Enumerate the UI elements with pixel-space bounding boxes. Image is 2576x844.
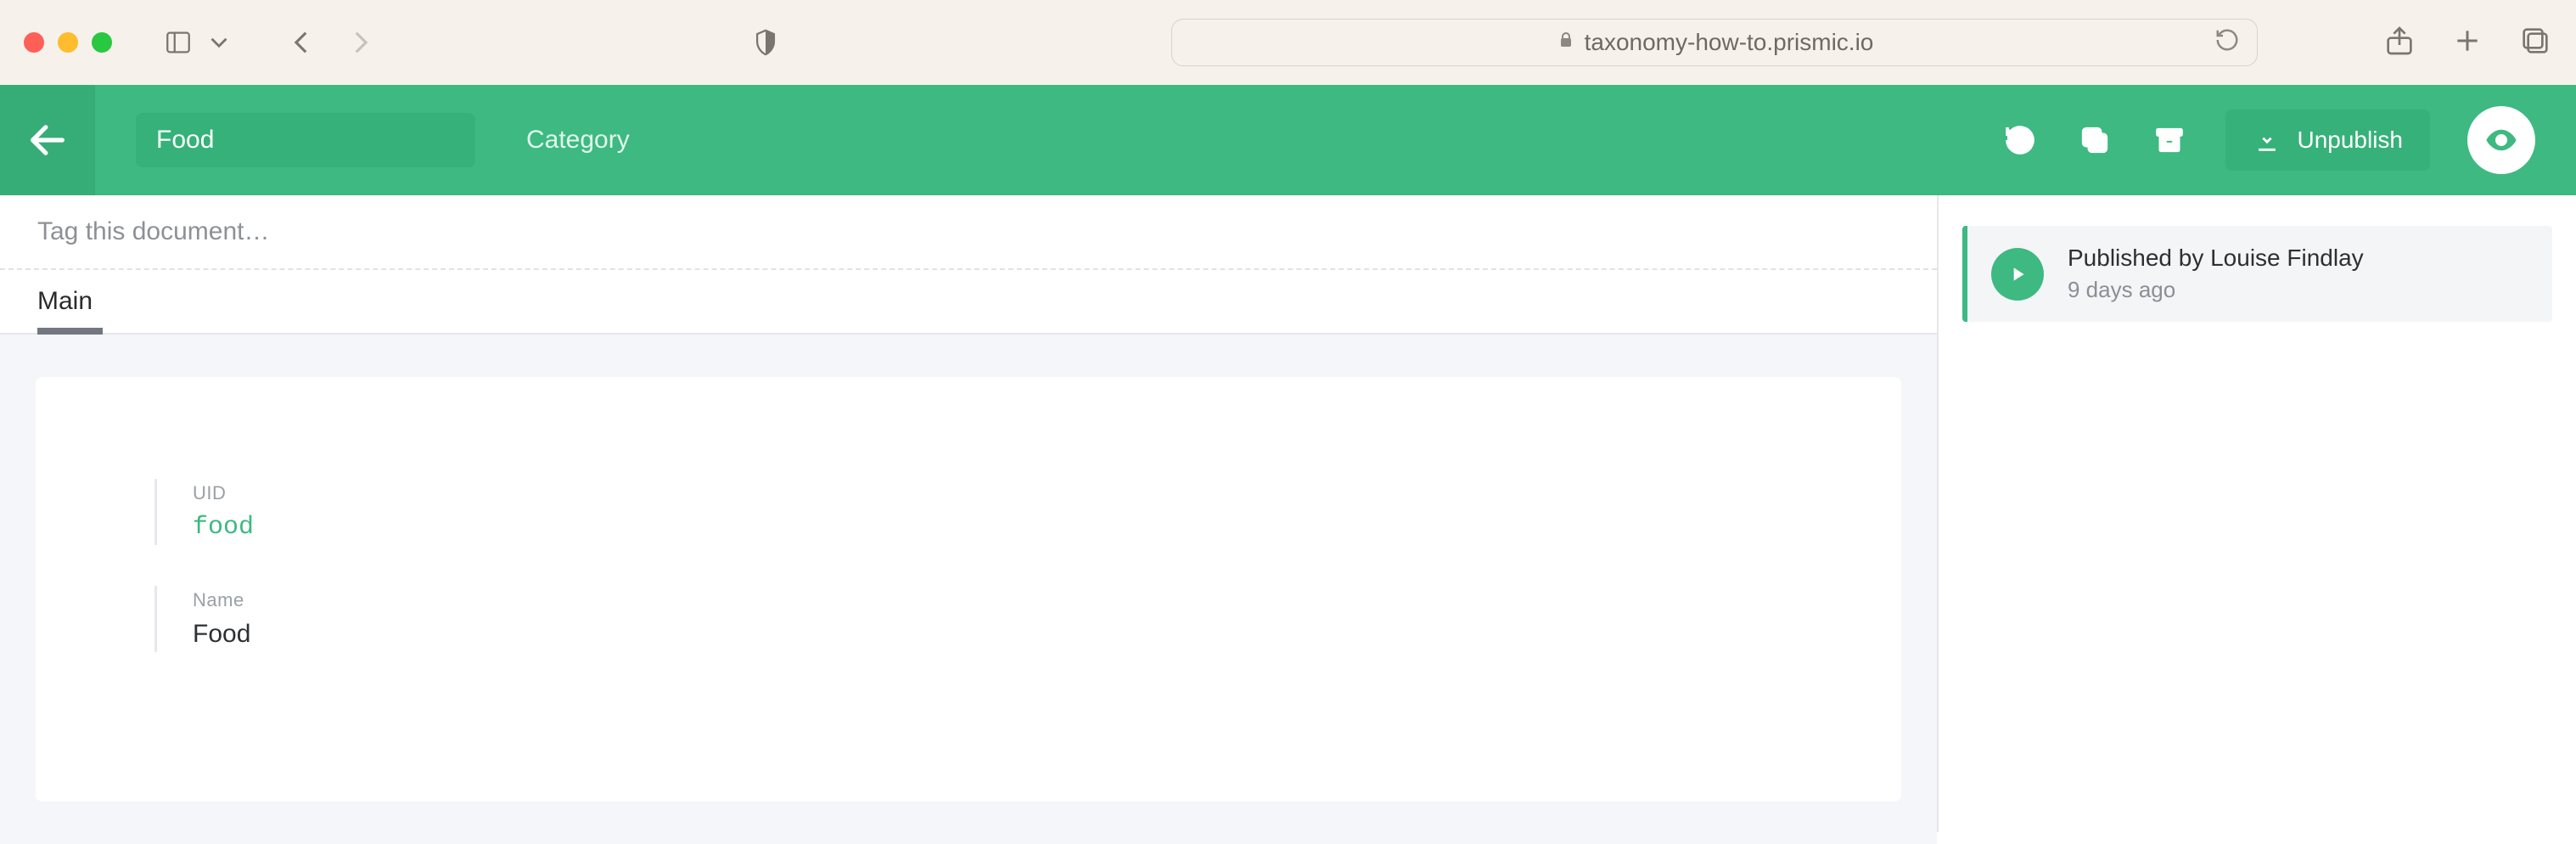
publish-status-card[interactable]: Published by Louise Findlay 9 days ago [1962, 226, 2552, 322]
field-name-label: Name [193, 589, 1782, 611]
field-uid-value: food [193, 513, 1782, 542]
browser-chrome: taxonomy-how-to.prismic.io [0, 0, 2576, 85]
window-close-button[interactable] [24, 32, 44, 53]
publish-status-line: Published by Louise Findlay [2068, 245, 2364, 272]
sidebar-toggle-icon[interactable] [161, 25, 195, 59]
tab-overview-icon[interactable] [2518, 24, 2552, 62]
unpublish-button[interactable]: Unpublish [2225, 110, 2430, 171]
document-type-label: Category [526, 126, 630, 155]
nav-back-icon[interactable] [285, 25, 319, 59]
fields-card: UID food Name Food [36, 377, 1901, 802]
lock-icon [1556, 29, 1576, 56]
field-name-value: Food [193, 620, 1782, 649]
field-uid-label: UID [193, 482, 1782, 504]
main-column: Main UID food Name Food [0, 195, 1937, 832]
url-text: taxonomy-how-to.prismic.io [1585, 29, 1874, 56]
document-title-chip[interactable]: Food [136, 113, 475, 167]
window-controls [24, 32, 112, 53]
reload-icon[interactable] [2214, 27, 2240, 59]
publish-time: 9 days ago [2068, 277, 2364, 303]
document-title: Food [156, 126, 214, 155]
share-icon[interactable] [2382, 24, 2416, 62]
history-icon[interactable] [2001, 121, 2039, 159]
field-uid[interactable]: UID food [154, 479, 1782, 545]
preview-button[interactable] [2467, 106, 2535, 174]
address-bar[interactable]: taxonomy-how-to.prismic.io [1171, 19, 2258, 66]
tabs-row: Main [0, 270, 1937, 335]
app-toolbar: Food Category Unpublish [0, 85, 2576, 195]
chevron-down-icon[interactable] [202, 25, 236, 59]
privacy-shield-icon[interactable] [749, 25, 783, 59]
field-name[interactable]: Name Food [154, 586, 1782, 652]
window-zoom-button[interactable] [92, 32, 112, 53]
nav-forward-icon [343, 25, 377, 59]
tag-row [0, 195, 1937, 270]
play-icon [1991, 248, 2044, 301]
editor-canvas: UID food Name Food [0, 335, 1937, 844]
back-button[interactable] [0, 85, 95, 195]
tab-main[interactable]: Main [37, 287, 93, 333]
tag-input[interactable] [37, 217, 1900, 246]
window-minimize-button[interactable] [58, 32, 78, 53]
side-column: Published by Louise Findlay 9 days ago [1937, 195, 2576, 832]
archive-icon[interactable] [2151, 121, 2188, 159]
unpublish-label: Unpublish [2297, 127, 2403, 154]
copy-icon[interactable] [2076, 121, 2113, 159]
new-tab-icon[interactable] [2450, 24, 2484, 62]
